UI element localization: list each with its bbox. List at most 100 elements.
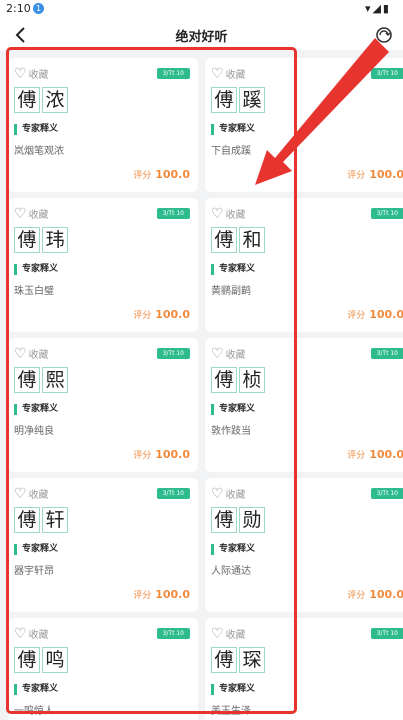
name-chars: 傅桢 xyxy=(211,367,265,393)
favorite-label: 收藏 xyxy=(225,490,246,501)
score: 评分100.0 xyxy=(133,308,190,321)
heart-icon: ♡ xyxy=(211,625,224,642)
surname-char: 傅 xyxy=(211,367,237,393)
heart-icon: ♡ xyxy=(211,485,224,502)
favorite-button[interactable]: ♡ 收藏 xyxy=(14,625,49,642)
name-chars: 傅勋 xyxy=(211,507,265,533)
top-nav-bar: 绝对好听 xyxy=(0,18,403,50)
name-card-partial[interactable]: 3/Tt 10评分100.0 xyxy=(302,58,403,192)
score-value: 100.0 xyxy=(369,168,403,181)
expert-tag: 专家释义 xyxy=(14,544,58,555)
name-meaning: 珠玉白璧 xyxy=(14,286,54,297)
given-name-char: 熙 xyxy=(42,367,68,393)
favorite-button[interactable]: ♡ 收藏 xyxy=(14,205,49,222)
score-value: 100.0 xyxy=(369,308,403,321)
expert-tag: 专家释义 xyxy=(211,684,255,695)
favorite-button[interactable]: ♡ 收藏 xyxy=(211,65,246,82)
name-chars: 傅琛 xyxy=(211,647,265,673)
refresh-icon[interactable] xyxy=(373,24,395,46)
name-meaning: 黄鹂副鹋 xyxy=(211,286,251,297)
surname-char: 傅 xyxy=(211,87,237,113)
name-meaning: 器宇轩昂 xyxy=(14,566,54,577)
score-label: 评分 xyxy=(133,451,152,461)
name-card[interactable]: ♡ 收藏 3/Tt 10 傅轩专家释义器宇轩昂评分 100.0 xyxy=(8,478,198,612)
score: 评分100.0 xyxy=(133,168,190,181)
strokes-badge: 3/Tt 10 xyxy=(156,488,190,499)
favorite-button[interactable]: ♡ 收藏 xyxy=(14,345,49,362)
name-chars: 傅浓 xyxy=(14,87,68,113)
favorite-button[interactable]: ♡ 收藏 xyxy=(14,485,49,502)
heart-icon: ♡ xyxy=(14,485,27,502)
given-name-char: 玮 xyxy=(42,227,68,253)
heart-icon: ♡ xyxy=(211,345,224,362)
favorite-button[interactable]: ♡ 收藏 xyxy=(211,345,246,362)
expert-tag: 专家释义 xyxy=(211,404,255,415)
name-card-partial[interactable]: 3/Tt 10评分100.0 xyxy=(302,478,403,612)
status-bar: 2:10 1 ▾◢▮ xyxy=(0,0,403,18)
given-name-char: 蹊 xyxy=(239,87,265,113)
expert-tag: 专家释义 xyxy=(211,124,255,135)
name-card[interactable]: ♡ 收藏 3/Tt 10 傅玮专家释义 珠玉白璧 评分 100.0 xyxy=(8,198,198,332)
favorite-button[interactable]: ♡ 收藏 xyxy=(211,625,246,642)
score: 评分100.0 xyxy=(347,588,403,601)
expert-tag: 专家释义 xyxy=(211,544,255,555)
name-card-partial[interactable]: 3/Tt 10 评分100.0 xyxy=(302,198,403,332)
notification-badge: 1 xyxy=(33,3,44,14)
name-card[interactable]: ♡ 收藏 3/Tt 10 傅浓专家释义 岚烟笔观浓 评分 100.0 xyxy=(8,58,198,192)
surname-char: 傅 xyxy=(14,87,40,113)
name-chars: 傅轩 xyxy=(14,507,68,533)
score-label: 评分 xyxy=(347,451,366,461)
score-value: 100.0 xyxy=(155,308,190,321)
favorite-label: 收藏 xyxy=(225,70,246,81)
favorite-button[interactable]: ♡ 收藏 xyxy=(211,485,246,502)
favorite-button[interactable]: ♡ 收藏 xyxy=(14,65,49,82)
given-name-char: 勋 xyxy=(239,507,265,533)
score-label: 评分 xyxy=(133,591,152,601)
surname-char: 傅 xyxy=(211,507,237,533)
score-value: 100.0 xyxy=(155,588,190,601)
heart-icon: ♡ xyxy=(14,205,27,222)
favorite-label: 收藏 xyxy=(28,630,49,641)
score: 评分100.0 xyxy=(347,168,403,181)
surname-char: 傅 xyxy=(14,507,40,533)
name-card[interactable]: ♡ 收藏 3/Tt 10 傅熙专家释义 明净纯良 评分 100.0 xyxy=(8,338,198,472)
name-meaning: 美玉生泽 xyxy=(211,706,251,717)
score-label: 评分 xyxy=(347,171,366,181)
system-icons: ▾◢▮ xyxy=(364,2,391,15)
strokes-badge: 3/Tt 10 xyxy=(370,208,403,219)
heart-icon: ♡ xyxy=(211,205,224,222)
name-card[interactable]: ♡收藏3/Tt 10傅鸣专家释义一鸣惊人评分100.0 xyxy=(8,618,198,720)
expert-tag: 专家释义 xyxy=(14,404,58,415)
expert-tag: 专家释义 xyxy=(211,264,255,275)
strokes-badge: 3/Tt 10 xyxy=(156,348,190,359)
score: 评分100.0 xyxy=(133,448,190,461)
score: 评分100.0 xyxy=(347,308,403,321)
favorite-label: 收藏 xyxy=(225,630,246,641)
favorite-label: 收藏 xyxy=(28,210,49,221)
favorite-label: 收藏 xyxy=(28,70,49,81)
name-card-grid: ♡收藏3/Tt 10傅浓专家释义岚烟笔观浓评分100.0♡收藏3/Tt 10傅蹊… xyxy=(0,54,403,720)
name-chars: 傅鸣 xyxy=(14,647,68,673)
name-meaning: 人际通达 xyxy=(211,566,251,577)
heart-icon: ♡ xyxy=(14,65,27,82)
favorite-button[interactable]: ♡ 收藏 xyxy=(211,205,246,222)
name-card-partial[interactable]: 3/Tt 10评分100.0 xyxy=(302,338,403,472)
heart-icon: ♡ xyxy=(211,65,224,82)
favorite-label: 收藏 xyxy=(28,350,49,361)
heart-icon: ♡ xyxy=(14,345,27,362)
surname-char: 傅 xyxy=(14,367,40,393)
name-chars: 傅玮 xyxy=(14,227,68,253)
status-time: 2:10 xyxy=(6,2,31,15)
expert-tag: 专家释义 xyxy=(14,124,58,135)
heart-icon: ♡ xyxy=(14,625,27,642)
name-chars: 傅和 xyxy=(211,227,265,253)
given-name-char: 和 xyxy=(239,227,265,253)
score-value: 100.0 xyxy=(155,168,190,181)
score: 评分100.0 xyxy=(347,448,403,461)
score-value: 100.0 xyxy=(369,448,403,461)
name-card-partial[interactable]: 3/Tt 10评分100.0 xyxy=(302,618,403,720)
strokes-badge: 3/Tt 10 xyxy=(156,68,190,79)
name-meaning: 敦作跂当 xyxy=(211,426,251,437)
score-label: 评分 xyxy=(347,311,366,321)
surname-char: 傅 xyxy=(14,227,40,253)
